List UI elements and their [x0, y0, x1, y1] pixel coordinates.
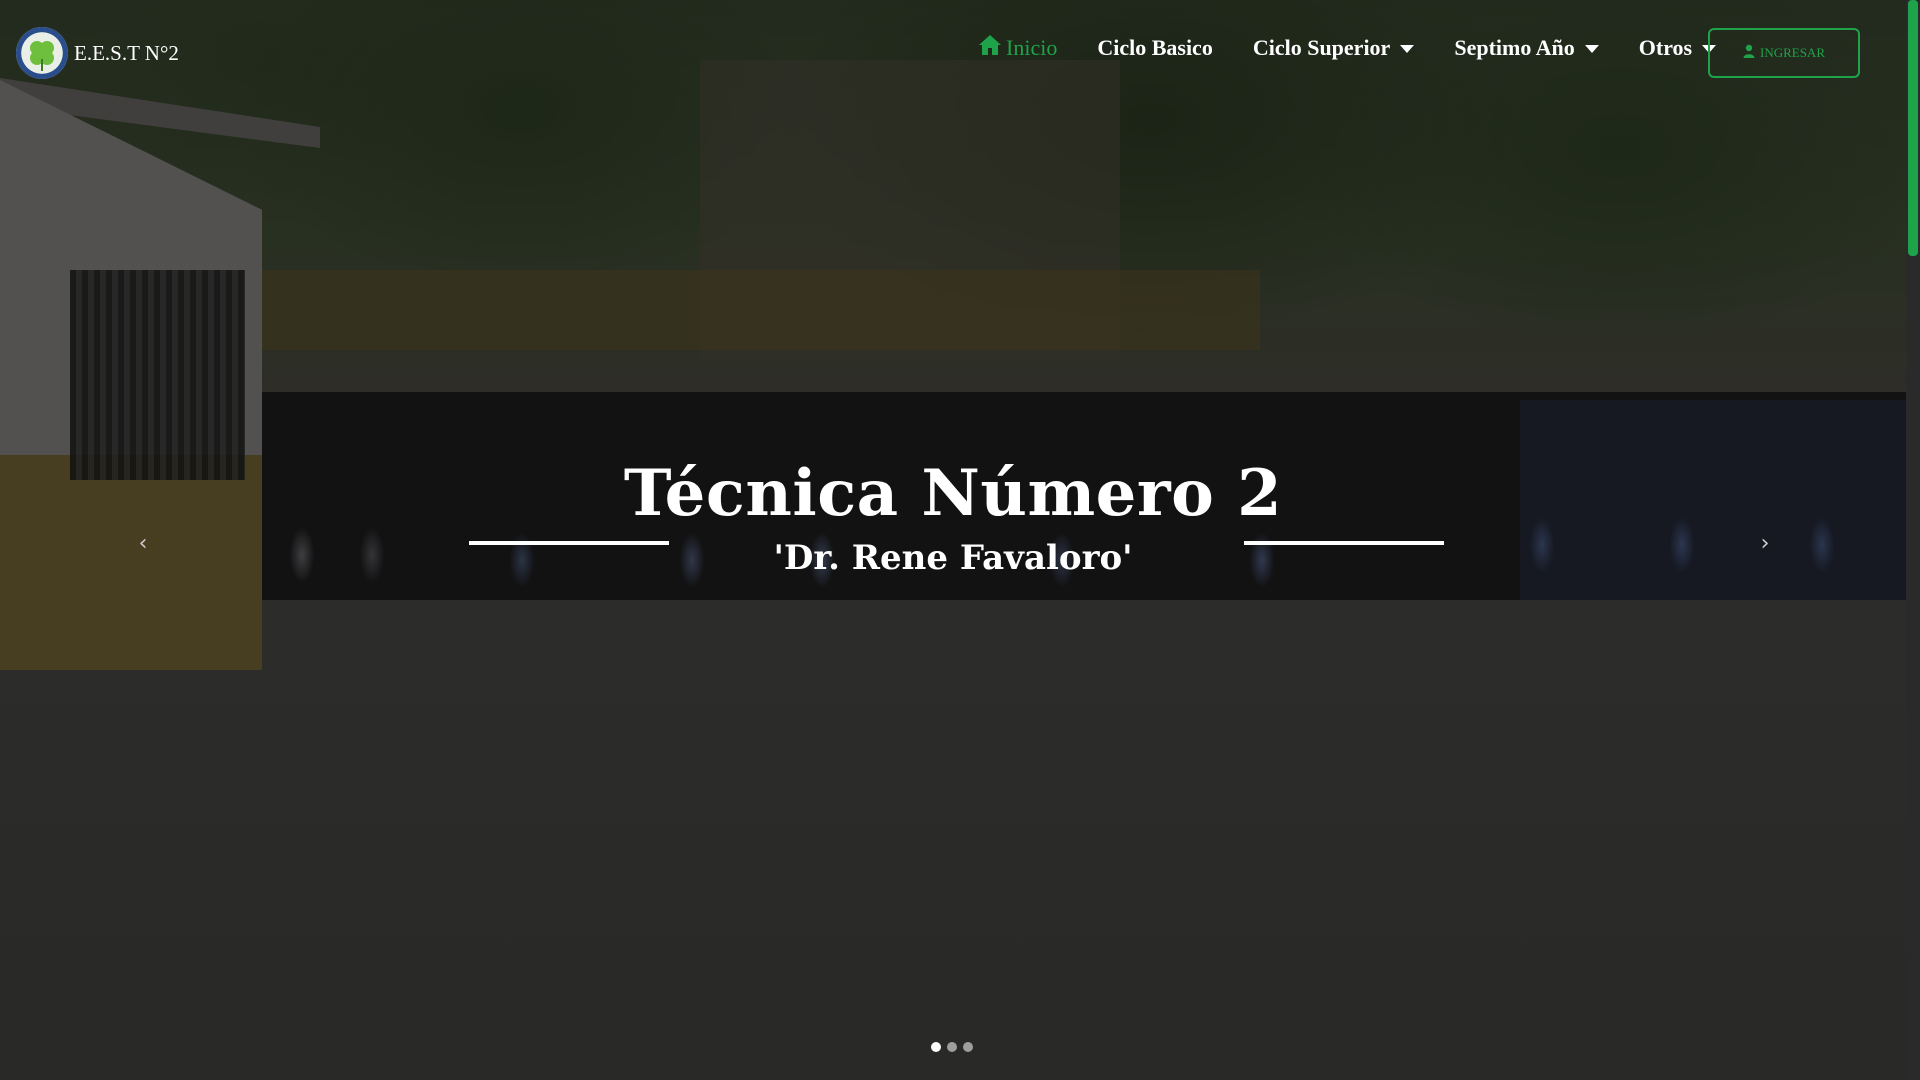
nav-item-ciclo-basico[interactable]: Ciclo Basico [1097, 35, 1213, 61]
carousel-indicator-1[interactable] [931, 1042, 941, 1052]
carousel-indicators [931, 1042, 973, 1052]
nav-item-label: Otros [1638, 35, 1693, 60]
nav-item-label: Septimo Año [1454, 35, 1575, 60]
brand[interactable]: E.E.S.T N°2 [16, 22, 179, 84]
caret-down-icon [1584, 45, 1599, 53]
brand-name: E.E.S.T N°2 [74, 40, 179, 65]
carousel-prev-button[interactable]: ‹ [128, 528, 158, 558]
carousel-indicator-3[interactable] [963, 1042, 973, 1052]
user-icon [1743, 44, 1755, 62]
nav-item-ciclo-superior[interactable]: Ciclo Superior [1253, 35, 1415, 61]
carousel-indicator-2[interactable] [947, 1042, 957, 1052]
hero-title: Técnica Número 2 [623, 456, 1283, 531]
nav-item-label: Ciclo Basico [1097, 35, 1213, 60]
nav-item-label: Ciclo Superior [1252, 35, 1391, 60]
nav-item-inicio[interactable]: Inicio [978, 34, 1057, 62]
caret-down-icon [1400, 45, 1415, 53]
login-button[interactable]: INGRESAR [1708, 28, 1860, 78]
hero-subtitle: 'Dr. Rene Favaloro' [773, 538, 1133, 578]
top-navbar: E.E.S.T N°2 Inicio Ciclo Basico Ciclo Su… [0, 0, 1906, 106]
page: E.E.S.T N°2 Inicio Ciclo Basico Ciclo Su… [0, 0, 1920, 1080]
nav-item-label: Inicio [1006, 35, 1058, 60]
login-button-label: INGRESAR [1759, 45, 1825, 60]
home-icon [978, 34, 1002, 62]
chevron-left-icon: ‹ [138, 530, 148, 556]
chevron-right-icon: › [1760, 530, 1770, 556]
scrollbar-thumb[interactable] [1908, 0, 1918, 256]
nav-item-otros[interactable]: Otros [1638, 35, 1717, 61]
main-nav: Inicio Ciclo Basico Ciclo Superior Septi… [978, 34, 1756, 62]
nav-item-septimo-ano[interactable]: Septimo Año [1454, 35, 1599, 61]
clover-crest-icon [16, 27, 68, 79]
carousel-next-button[interactable]: › [1750, 528, 1780, 558]
